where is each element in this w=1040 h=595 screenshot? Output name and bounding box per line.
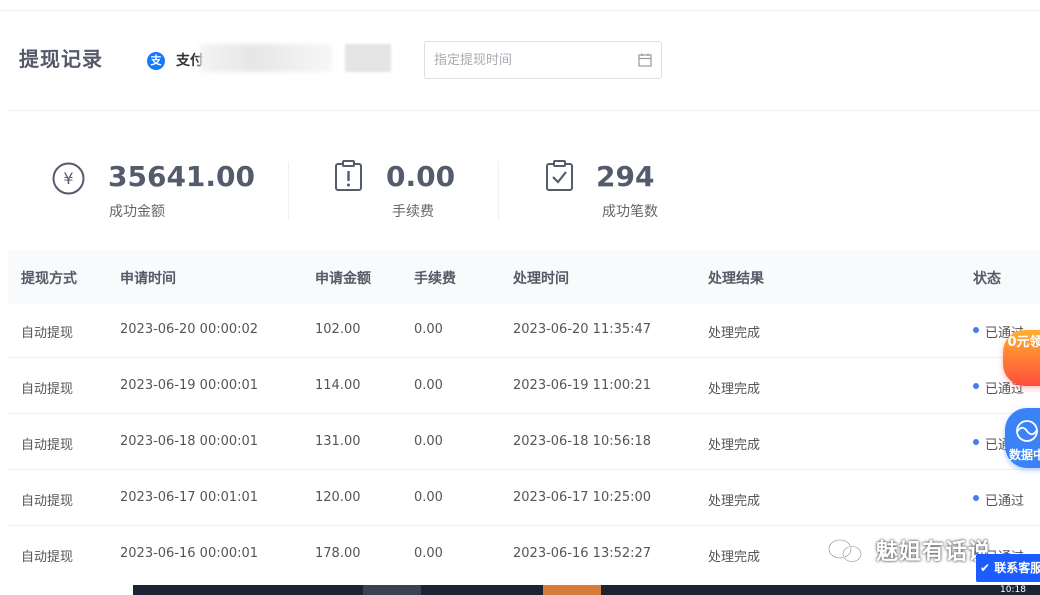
- cell-apply-time: 2023-06-19 00:00:01: [120, 378, 259, 393]
- column-header-amount[interactable]: 申请金额: [315, 268, 371, 288]
- status-dot: [973, 495, 979, 501]
- service-icon: ✔: [980, 561, 991, 575]
- success-count-label: 成功笔数: [602, 204, 658, 220]
- date-filter-field[interactable]: [424, 41, 662, 79]
- cell-process-time: 2023-06-20 11:35:47: [513, 322, 652, 337]
- column-header-status[interactable]: 状态: [973, 268, 1001, 288]
- cell-method: 自动提现: [21, 550, 74, 565]
- cell-apply-time: 2023-06-18 00:00:01: [120, 434, 259, 449]
- success-amount-value: 35641.00: [108, 160, 256, 193]
- redacted-account-id: [345, 44, 391, 72]
- cell-status: 已通过: [985, 494, 1025, 509]
- cell-amount: 102.00: [315, 322, 361, 337]
- svg-text:¥: ¥: [63, 169, 73, 188]
- wechat-icon: [828, 539, 862, 563]
- top-divider: [0, 10, 1040, 11]
- cell-result: 处理完成: [708, 550, 761, 565]
- cell-fee: 0.00: [414, 434, 443, 449]
- cell-fee: 0.00: [414, 490, 443, 505]
- calendar-icon[interactable]: [638, 53, 652, 67]
- stat-divider: [288, 162, 289, 220]
- data-float-label: 数据中: [1008, 448, 1040, 462]
- column-header-apply-time[interactable]: 申请时间: [120, 268, 176, 288]
- cell-process-time: 2023-06-17 10:25:00: [513, 490, 652, 505]
- cell-amount: 120.00: [315, 490, 361, 505]
- check-clipboard-icon: [546, 160, 573, 191]
- date-filter-input[interactable]: [434, 51, 624, 69]
- cell-apply-time: 2023-06-16 00:00:01: [120, 546, 259, 561]
- cell-result: 处理完成: [708, 438, 761, 453]
- os-taskbar: [133, 585, 1040, 595]
- redacted-account-name: [200, 44, 332, 72]
- yen-icon: ¥: [52, 162, 85, 195]
- cell-method: 自动提现: [21, 382, 74, 397]
- cell-process-time: 2023-06-18 10:56:18: [513, 434, 652, 449]
- page-title: 提现记录: [19, 47, 103, 71]
- taskbar-item-active[interactable]: [543, 585, 601, 595]
- data-float-button[interactable]: 数据中: [1005, 408, 1040, 468]
- cell-amount: 131.00: [315, 434, 361, 449]
- fee-value: 0.00: [386, 160, 456, 193]
- cell-amount: 114.00: [315, 378, 361, 393]
- cell-amount: 178.00: [315, 546, 361, 561]
- cell-apply-time: 2023-06-20 00:00:02: [120, 322, 259, 337]
- stat-divider: [498, 162, 499, 220]
- contact-service-button[interactable]: ✔ 联系客服: [976, 554, 1040, 582]
- promo-badge[interactable]: 0元领: [1003, 330, 1040, 386]
- column-header-method[interactable]: 提现方式: [21, 268, 77, 288]
- column-header-fee[interactable]: 手续费: [414, 268, 456, 288]
- column-header-result[interactable]: 处理结果: [708, 268, 764, 288]
- wave-icon: [1016, 420, 1038, 442]
- alert-clipboard-icon: [335, 160, 362, 191]
- cell-method: 自动提现: [21, 494, 74, 509]
- cell-method: 自动提现: [21, 326, 74, 341]
- cell-fee: 0.00: [414, 546, 443, 561]
- cell-method: 自动提现: [21, 438, 74, 453]
- taskbar-item[interactable]: [363, 585, 421, 595]
- status-dot: [973, 439, 979, 445]
- cell-process-time: 2023-06-19 11:00:21: [513, 378, 652, 393]
- success-count-value: 294: [596, 160, 655, 193]
- cell-fee: 0.00: [414, 378, 443, 393]
- success-amount-label: 成功金额: [109, 204, 165, 220]
- watermark-text: 魅姐有话说: [876, 540, 992, 565]
- taskbar-clock: 10:18: [1000, 585, 1026, 595]
- fee-label: 手续费: [392, 204, 434, 220]
- cell-result: 处理完成: [708, 494, 761, 509]
- cell-process-time: 2023-06-16 13:52:27: [513, 546, 652, 561]
- column-header-process-time[interactable]: 处理时间: [513, 268, 569, 288]
- cell-apply-time: 2023-06-17 00:01:01: [120, 490, 259, 505]
- cell-fee: 0.00: [414, 322, 443, 337]
- status-dot: [973, 327, 979, 333]
- cell-result: 处理完成: [708, 326, 761, 341]
- status-dot: [973, 383, 979, 389]
- alipay-icon: 支: [147, 52, 165, 70]
- contact-service-label: 联系客服: [994, 561, 1040, 575]
- header-divider: [8, 110, 1040, 111]
- cell-result: 处理完成: [708, 382, 761, 397]
